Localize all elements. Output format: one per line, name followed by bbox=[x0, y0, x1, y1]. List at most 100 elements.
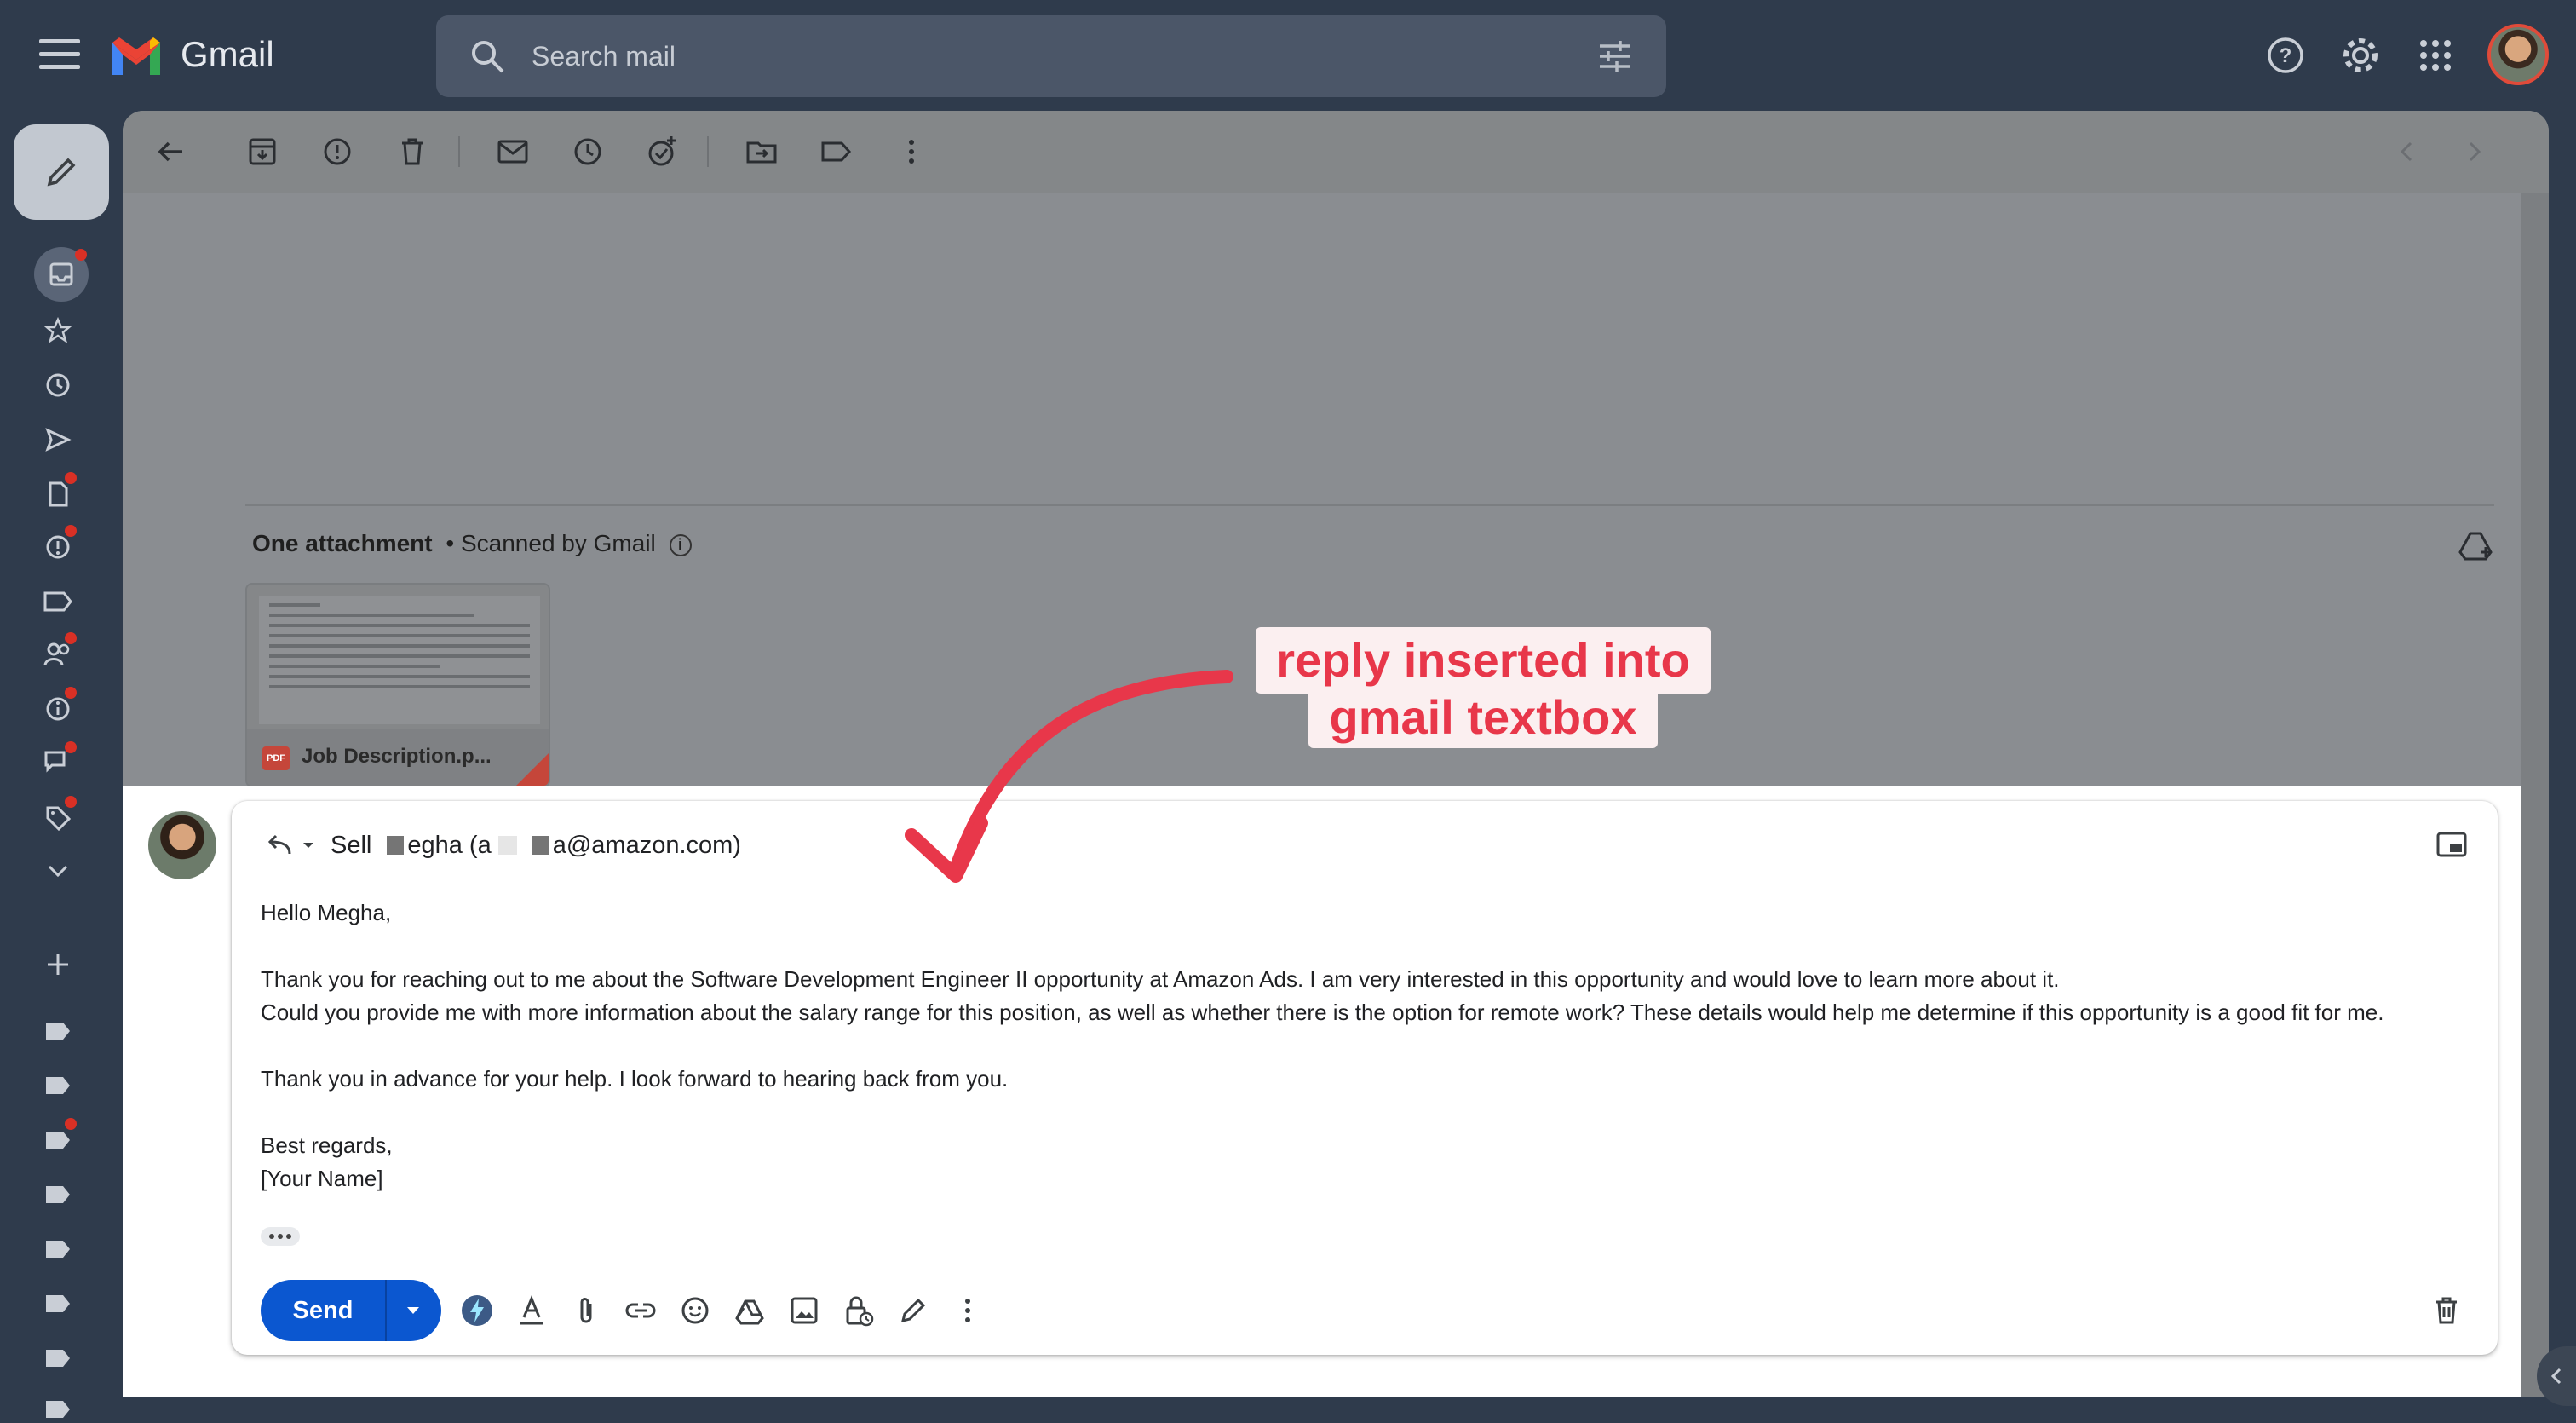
unread-dot bbox=[65, 1118, 77, 1130]
message-panel: One attachment • Scanned by Gmail i PDF … bbox=[123, 111, 2549, 1397]
emoji-icon[interactable] bbox=[678, 1293, 712, 1328]
send-button[interactable]: Send bbox=[261, 1297, 385, 1325]
add-to-tasks-icon[interactable] bbox=[644, 133, 681, 170]
signature-pen-icon[interactable] bbox=[896, 1293, 930, 1328]
reply-to-email[interactable]: a@amazon.com) bbox=[553, 832, 741, 860]
formatting-options-icon[interactable] bbox=[515, 1293, 549, 1328]
reply-to-partial[interactable]: egha (a bbox=[407, 832, 491, 860]
confidential-mode-lock-icon[interactable] bbox=[842, 1293, 876, 1328]
snoozed-clock-icon[interactable] bbox=[41, 368, 75, 402]
label-icon[interactable] bbox=[41, 1287, 75, 1321]
archive-icon[interactable] bbox=[244, 133, 281, 170]
body-blank bbox=[261, 930, 2475, 963]
search-options-icon[interactable] bbox=[1596, 37, 1634, 75]
send-button-group: Send bbox=[261, 1280, 441, 1341]
scanned-label: • Scanned by Gmail bbox=[446, 530, 656, 556]
help-icon[interactable]: ? bbox=[2264, 34, 2307, 77]
label-icon[interactable] bbox=[41, 585, 75, 619]
label-icon[interactable] bbox=[41, 1232, 75, 1266]
label-icon[interactable] bbox=[41, 1392, 75, 1423]
caret-down-icon bbox=[407, 1307, 419, 1314]
back-arrow-icon[interactable] bbox=[152, 133, 189, 170]
message-toolbar bbox=[123, 111, 2549, 193]
reply-from-name: Sell bbox=[331, 831, 372, 859]
updates-info-icon[interactable] bbox=[41, 687, 77, 726]
label-icon[interactable] bbox=[41, 1069, 75, 1103]
older-chevron-right-icon[interactable] bbox=[2455, 133, 2493, 170]
gmail-brand[interactable]: Gmail bbox=[181, 34, 274, 75]
popout-icon[interactable] bbox=[2436, 832, 2467, 857]
gmail-logo-icon[interactable] bbox=[109, 34, 164, 77]
show-trimmed-content-button[interactable] bbox=[261, 1227, 300, 1246]
annotation-line-1: reply inserted into bbox=[1256, 627, 1711, 694]
label-icon[interactable] bbox=[41, 1178, 75, 1212]
settings-gear-icon[interactable] bbox=[2339, 34, 2382, 77]
toolbar-divider bbox=[458, 136, 460, 167]
delete-trash-icon[interactable] bbox=[394, 133, 431, 170]
body-blank bbox=[261, 1029, 2475, 1063]
mark-unread-mail-icon[interactable] bbox=[494, 133, 532, 170]
body-greeting: Hello Megha, bbox=[261, 900, 392, 925]
label-icon[interactable] bbox=[41, 1341, 75, 1375]
ai-assist-icon[interactable] bbox=[460, 1293, 494, 1328]
label-icon[interactable] bbox=[41, 1014, 75, 1048]
more-options-icon[interactable] bbox=[951, 1293, 985, 1328]
drive-icon[interactable] bbox=[733, 1293, 767, 1328]
compose-button[interactable] bbox=[14, 124, 109, 220]
move-to-folder-icon[interactable] bbox=[743, 133, 780, 170]
sender-avatar bbox=[148, 811, 216, 879]
left-rail bbox=[0, 114, 123, 1423]
spam-icon[interactable] bbox=[41, 525, 77, 564]
reply-compose-box[interactable]: Sell egha (a a@amazon.com) Hello Megha, … bbox=[232, 801, 2498, 1355]
reply-body[interactable]: Hello Megha, Thank you for reaching out … bbox=[261, 896, 2475, 1195]
more-chevron-down-icon[interactable] bbox=[41, 854, 75, 888]
body-paragraph-1: Thank you for reaching out to me about t… bbox=[261, 966, 2060, 992]
main-menu-icon[interactable] bbox=[39, 39, 80, 70]
attachment-name-bar: PDF Job Description.p... bbox=[247, 729, 549, 786]
drafts-icon[interactable] bbox=[41, 472, 77, 511]
more-options-icon[interactable] bbox=[893, 133, 930, 170]
toolbar-divider bbox=[707, 136, 709, 167]
search-bar[interactable] bbox=[436, 15, 1666, 97]
insert-link-icon[interactable] bbox=[624, 1293, 658, 1328]
unread-dot bbox=[65, 632, 77, 644]
discard-draft-trash-icon[interactable] bbox=[2429, 1293, 2464, 1328]
create-label-plus-icon[interactable] bbox=[41, 948, 75, 982]
unread-dot bbox=[65, 741, 77, 753]
label-icon[interactable] bbox=[41, 1118, 77, 1157]
body-closing: Best regards, bbox=[261, 1132, 393, 1158]
add-to-drive-icon[interactable] bbox=[2457, 527, 2494, 564]
sent-icon[interactable] bbox=[41, 423, 75, 457]
annotation-arrow-icon bbox=[905, 670, 1233, 883]
starred-icon[interactable] bbox=[41, 314, 75, 348]
forums-icon[interactable] bbox=[41, 741, 77, 781]
social-people-icon[interactable] bbox=[41, 632, 77, 671]
newer-chevron-left-icon[interactable] bbox=[2389, 133, 2426, 170]
attach-paperclip-icon[interactable] bbox=[569, 1293, 603, 1328]
report-spam-icon[interactable] bbox=[319, 133, 356, 170]
reply-arrow-icon[interactable] bbox=[264, 833, 293, 857]
svg-text:?: ? bbox=[2280, 44, 2292, 67]
reply-area: Sell egha (a a@amazon.com) Hello Megha, … bbox=[123, 786, 2521, 1397]
body-blank bbox=[261, 1096, 2475, 1129]
inbox-icon[interactable] bbox=[34, 247, 89, 302]
schedule-send-dropdown[interactable] bbox=[387, 1280, 440, 1341]
info-icon[interactable]: i bbox=[669, 533, 692, 556]
unread-dot bbox=[65, 796, 77, 808]
apps-grid-icon[interactable] bbox=[2414, 34, 2457, 77]
search-icon[interactable] bbox=[469, 37, 506, 75]
account-avatar[interactable] bbox=[2487, 24, 2549, 85]
unread-dot bbox=[75, 249, 87, 261]
pdf-icon: PDF bbox=[262, 746, 290, 770]
label-tag-icon[interactable] bbox=[818, 133, 855, 170]
page-fold bbox=[516, 753, 549, 786]
search-input[interactable] bbox=[532, 34, 1554, 78]
scrollbar[interactable] bbox=[2521, 193, 2549, 1397]
pencil-icon bbox=[47, 158, 76, 187]
promotions-tag-icon[interactable] bbox=[41, 796, 77, 835]
attachment-card[interactable]: PDF Job Description.p... bbox=[245, 583, 550, 787]
snooze-clock-icon[interactable] bbox=[569, 133, 607, 170]
insert-photo-icon[interactable] bbox=[787, 1293, 821, 1328]
reply-type-dropdown-icon[interactable] bbox=[302, 841, 315, 850]
body-signature: [Your Name] bbox=[261, 1166, 383, 1191]
